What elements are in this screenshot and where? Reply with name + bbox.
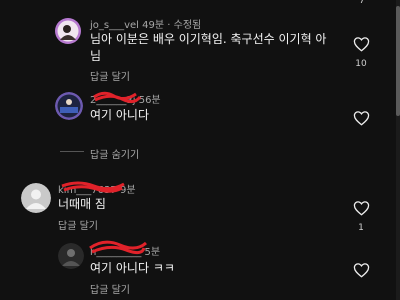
redaction-scribble (61, 181, 125, 193)
like-count: 1 (358, 223, 364, 233)
avatar-image (55, 92, 83, 120)
reply-button[interactable]: 답글 달기 (90, 281, 130, 296)
heart-outline-icon[interactable] (353, 110, 370, 126)
avatar[interactable] (21, 183, 51, 213)
avatar[interactable] (58, 243, 84, 269)
heart-outline-icon[interactable] (353, 200, 370, 216)
heart-outline-icon[interactable] (353, 262, 370, 278)
comment-text-line: 님아 이분은 배우 이기혁임. 축구선수 이기혁 아 (90, 32, 327, 46)
comment-text: 님아 이분은 배우 이기혁임. 축구선수 이기혁 아 님 (90, 31, 352, 65)
reply-button[interactable]: 답글 달기 (90, 68, 130, 83)
hide-replies-button[interactable]: 답글 숨기기 (90, 146, 139, 161)
avatar-image (55, 18, 81, 44)
avatar[interactable] (55, 92, 83, 120)
timestamp: 49분 · 수정됨 (142, 20, 202, 31)
heart-outline-icon[interactable] (353, 36, 370, 52)
redaction-scribble (93, 91, 142, 104)
person-silhouette-icon (21, 183, 51, 213)
scrollbar-thumb[interactable] (396, 6, 400, 116)
comment-meta: jo_s___vel 49분 · 수정됨 (90, 16, 201, 31)
thread-divider (60, 151, 84, 152)
avatar-image (58, 243, 84, 269)
avatar[interactable] (55, 18, 81, 44)
comment-text: 너때매 짐 (58, 197, 106, 211)
comment-text: 여기 아니다 ㅋㅋ (90, 261, 175, 275)
scrollbar-track[interactable] (396, 0, 400, 300)
redaction-scribble (89, 240, 148, 255)
username[interactable]: jo_s___vel (90, 20, 139, 31)
comment-text: 여기 아니다 (90, 108, 150, 122)
like-count: 10 (355, 59, 367, 69)
comment-text-line: 님 (90, 49, 102, 63)
reply-button[interactable]: 답글 달기 (58, 217, 98, 232)
like-count-partial: 7 (359, 0, 365, 6)
